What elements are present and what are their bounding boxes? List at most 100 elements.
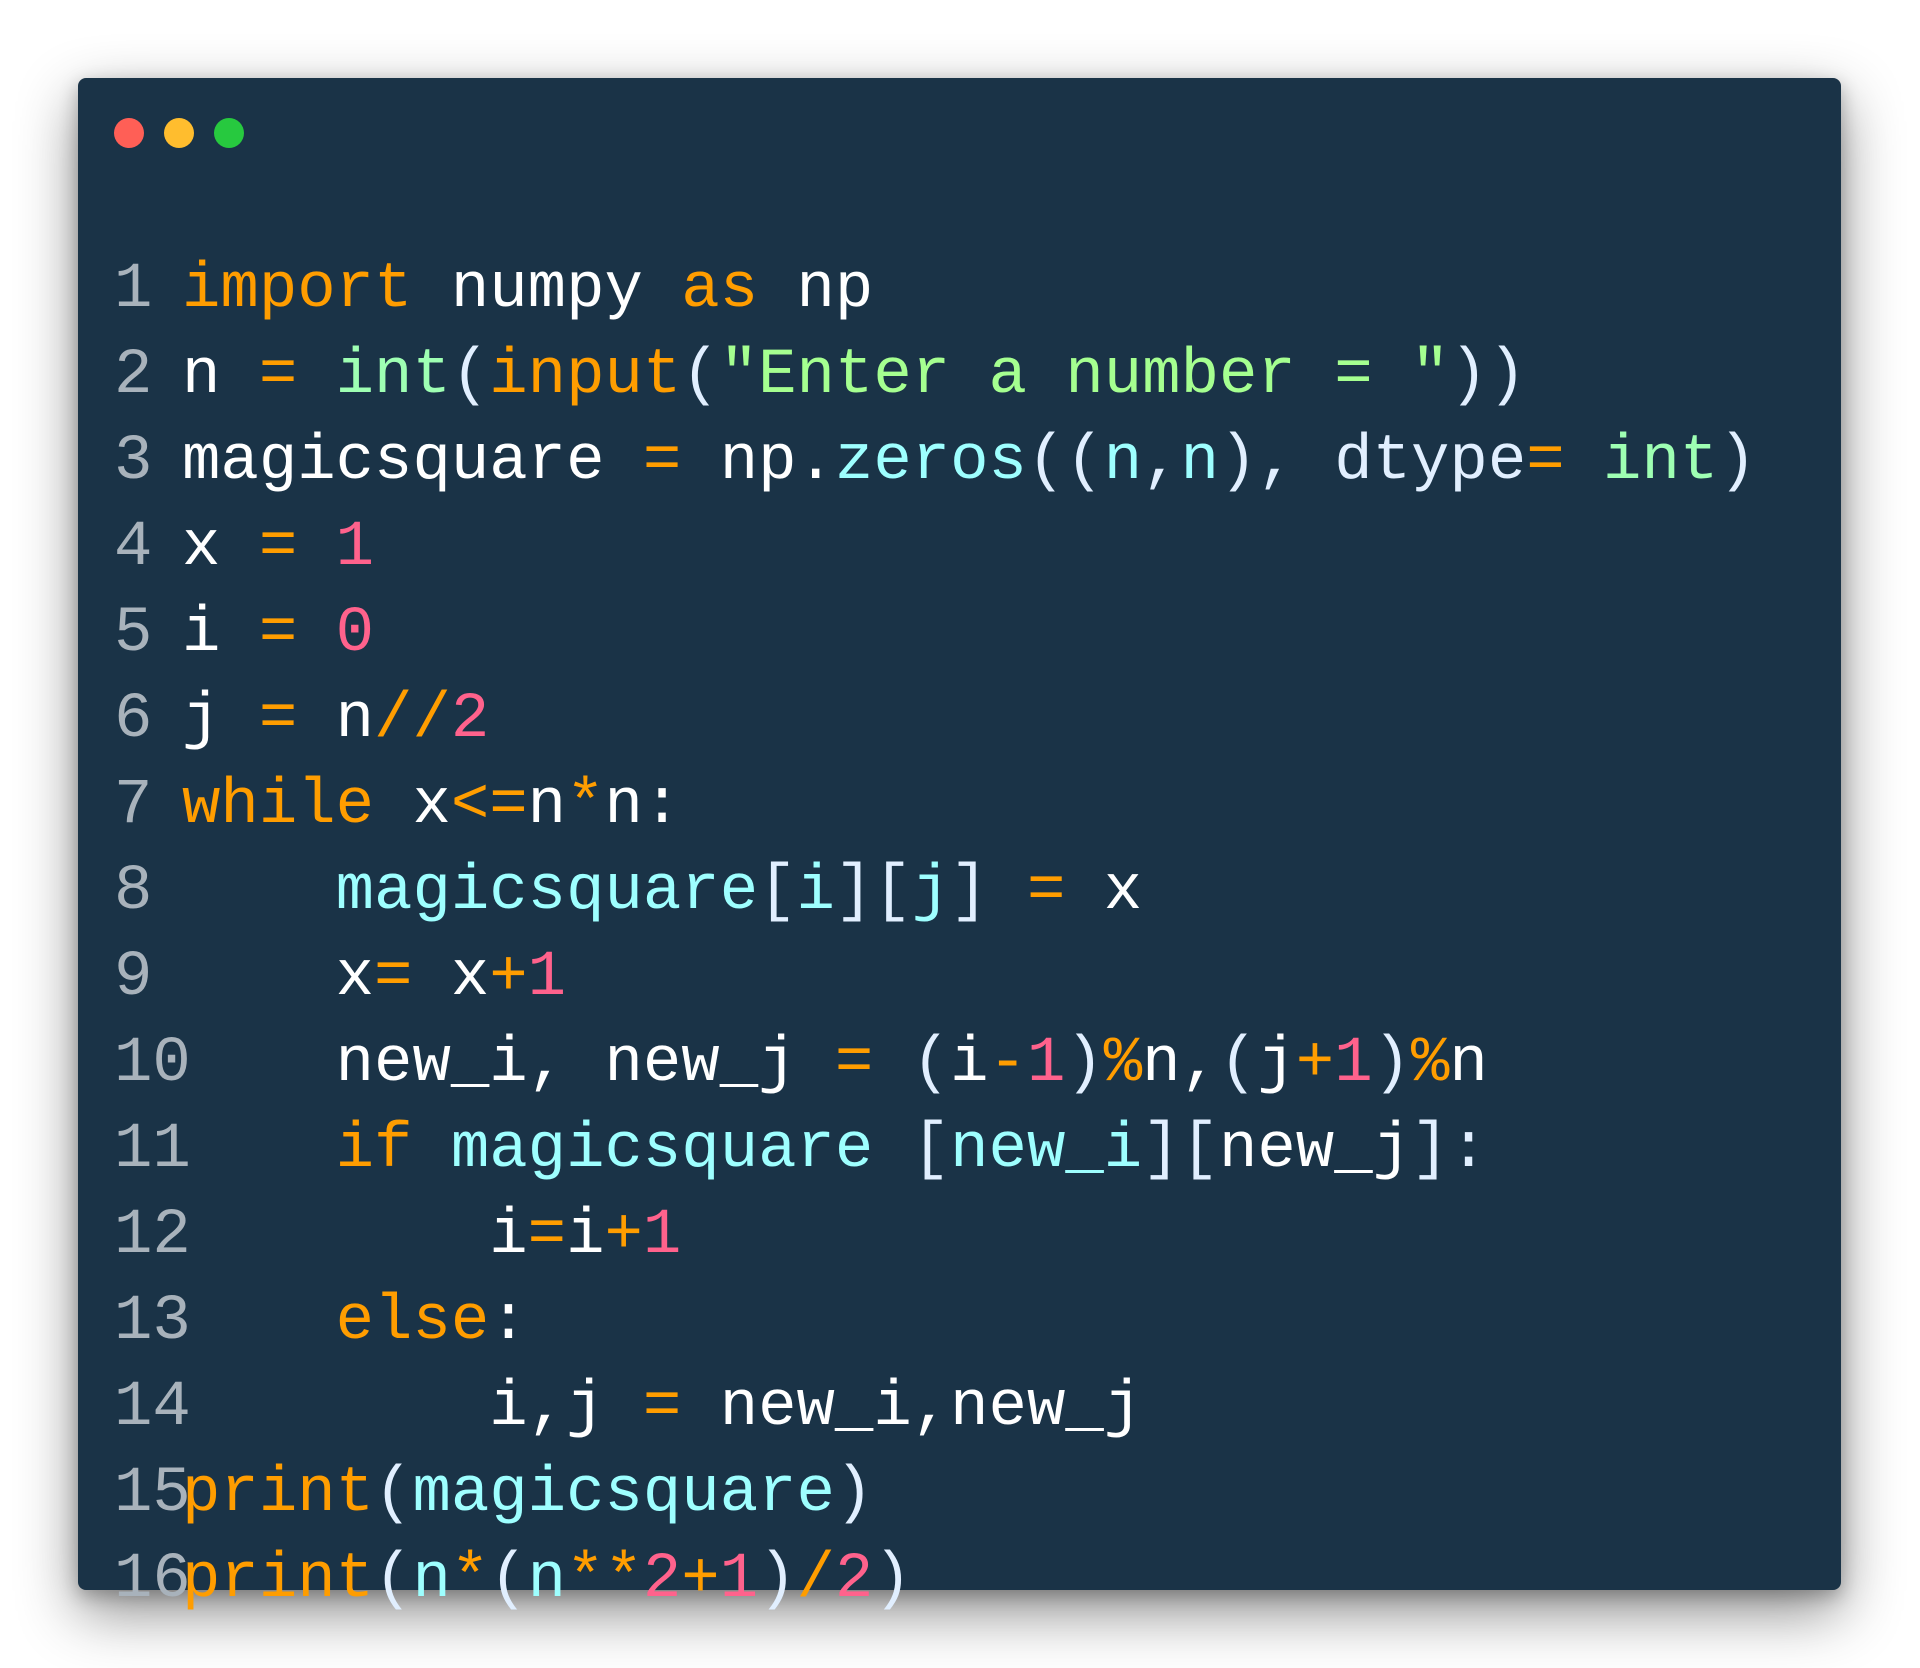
code-token: while [182, 770, 375, 842]
code-token: ( [681, 340, 720, 412]
code-token: if [335, 1114, 413, 1186]
code-token: magicsquare [335, 856, 759, 928]
line-number: 16 [114, 1544, 191, 1616]
code-text: x= x+1 [182, 935, 566, 1021]
code-token: ( [450, 340, 490, 412]
line-number: 11 [114, 1114, 191, 1186]
code-token: 0 [335, 598, 375, 670]
code-token: n [182, 340, 259, 412]
line-number: 12 [114, 1200, 191, 1272]
code-token: np [758, 254, 874, 326]
code-token: ][ [1142, 1114, 1219, 1186]
code-token: ) [834, 1458, 874, 1530]
code-text: new_i, new_j = (i-1)%n,(j+1)%n [182, 1021, 1488, 1107]
code-token: n, [1142, 1028, 1219, 1100]
code-token: + [489, 942, 528, 1014]
code-token: = [374, 942, 413, 1014]
code-token: 2 [450, 684, 490, 756]
code-token: else [335, 1286, 490, 1358]
code-token: ( [1218, 1028, 1258, 1100]
code-token: n: [604, 770, 682, 842]
code-token: ) [1718, 426, 1757, 498]
code-token: = [642, 426, 682, 498]
code-token: x [182, 942, 375, 1014]
code-token: "Enter a number = " [719, 340, 1450, 412]
code-token: 1 [642, 1200, 682, 1272]
code-text: j = n//2 [182, 677, 489, 763]
code-token: * [450, 1544, 490, 1616]
code-token: % [1411, 1028, 1450, 1100]
code-token: [ [873, 1114, 951, 1186]
code-token: j [182, 684, 259, 756]
code-token: n [412, 1544, 451, 1616]
code-text: magicsquare[i][j] = x [182, 849, 1143, 935]
code-token: n [527, 1544, 567, 1616]
window-controls [114, 118, 244, 148]
code-text: if magicsquare [new_i][new_j]: [182, 1107, 1488, 1193]
code-token: ( [374, 1544, 413, 1616]
code-token: 1 [1334, 1028, 1373, 1100]
code-token: ]: [1411, 1114, 1488, 1186]
line-number: 7 [114, 770, 153, 842]
code-text: print(magicsquare) [182, 1451, 873, 1537]
code-token: n [1180, 426, 1219, 498]
code-token: : [489, 1286, 528, 1358]
code-token: magicsquare [412, 1458, 835, 1530]
code-token: ( [489, 1544, 528, 1616]
code-text: print(n*(n**2+1)/2) [182, 1537, 912, 1623]
line-number: 6 [114, 684, 153, 756]
code-text: n = int(input("Enter a number = ")) [182, 333, 1526, 419]
code-token: ), [1218, 426, 1335, 498]
code-token: , [1142, 426, 1181, 498]
code-window: 1 import numpy as np 2 n = int(input("Enter… [78, 78, 1841, 1616]
line-number: 4 [114, 512, 153, 584]
code-token: int [335, 340, 451, 412]
minimize-button[interactable] [164, 118, 194, 148]
code-text: x = 1 [182, 505, 374, 591]
code-token: ) [1065, 1028, 1104, 1100]
code-token: magicsquare [182, 426, 643, 498]
code-text: else: [182, 1279, 528, 1365]
code-token: import [182, 254, 413, 326]
code-token: n [527, 770, 567, 842]
line-number: 8 [114, 856, 153, 928]
code-token: i,j [182, 1372, 643, 1444]
code-token: 1 [719, 1544, 759, 1616]
code-token: n [297, 684, 375, 756]
code-token: % [1103, 1028, 1143, 1100]
code-token: print [182, 1544, 375, 1616]
code-token: n [1103, 426, 1143, 498]
code-token: 2 [642, 1544, 682, 1616]
line-number: 9 [114, 942, 153, 1014]
code-token: np. [681, 426, 835, 498]
code-token: int [1603, 426, 1719, 498]
code-token: x [412, 942, 490, 1014]
code-token: new_i,new_j [681, 1372, 1143, 1444]
code-token: = [258, 512, 298, 584]
close-button[interactable] [114, 118, 144, 148]
code-token: dtype [1334, 426, 1527, 498]
code-token: * [566, 770, 605, 842]
code-token: = [834, 1028, 874, 1100]
code-text: i=i+1 [182, 1193, 681, 1279]
code-token: i [950, 1028, 989, 1100]
code-token: - [988, 1028, 1027, 1100]
maximize-button[interactable] [214, 118, 244, 148]
line-number: 3 [114, 426, 153, 498]
code-token: / [796, 1544, 835, 1616]
code-token: x [1065, 856, 1143, 928]
code-token: (( [1026, 426, 1104, 498]
code-token: i [182, 1200, 528, 1272]
code-token: x [374, 770, 451, 842]
code-token: j [1257, 1028, 1296, 1100]
code-token: = [258, 340, 298, 412]
code-text: import numpy as np [182, 247, 873, 333]
code-token: + [604, 1200, 643, 1272]
